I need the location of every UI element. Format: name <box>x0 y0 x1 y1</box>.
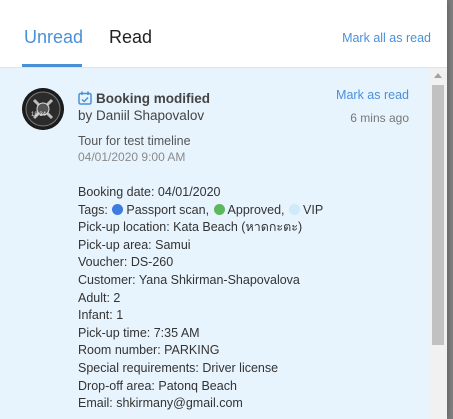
active-tab-indicator <box>22 64 82 67</box>
mark-all-as-read-link[interactable]: Mark all as read <box>342 31 431 45</box>
detail-line: Pick-up area: Samui <box>78 237 191 252</box>
notifications-popover: Unread Read Mark all as read 18 34 Booki… <box>0 0 447 419</box>
tag-color-dot <box>289 203 301 215</box>
detail-line: Voucher: DS-260 <box>78 255 174 270</box>
detail-line: Pick-up location: Kata Beach (หาดกะตะ) <box>78 220 303 235</box>
tag-color-dot <box>213 203 225 215</box>
notification-tabs: Unread Read Mark all as read <box>0 0 447 68</box>
calendar-check-icon <box>78 91 92 105</box>
tag-color-dot <box>112 203 124 215</box>
tour-name: Tour for test timeline <box>78 134 191 148</box>
mark-as-read-link[interactable]: Mark as read <box>336 88 409 102</box>
detail-line: Infant: 1 <box>78 308 124 323</box>
detail-line: Adult: 2 <box>78 290 121 305</box>
detail-line: Email: shkirmany@gmail.com <box>78 396 243 411</box>
detail-line: Pick-up time: 7:35 AM <box>78 325 200 340</box>
booking-details: Booking date: 04/01/2020 Tags: Passport … <box>78 184 418 413</box>
booking-date: Booking date: 04/01/2020 <box>78 185 221 199</box>
tab-read[interactable]: Read <box>109 27 152 48</box>
vertical-scrollbar[interactable] <box>429 68 447 419</box>
avatar-text: 18 34 <box>31 112 47 118</box>
detail-line: Drop-off area: Patonq Beach <box>78 378 237 393</box>
tags-label: Tags: <box>78 202 108 217</box>
avatar[interactable]: 18 34 <box>22 88 64 130</box>
tag-label: VIP <box>303 202 324 217</box>
notification-time: 6 mins ago <box>350 111 409 125</box>
detail-line: Special requirements: Driver license <box>78 360 279 375</box>
tags-row: Tags: Passport scan, Approved, VIP <box>78 202 418 220</box>
tag-label: Passport scan, <box>126 202 210 217</box>
tag-label: Approved, <box>227 202 285 217</box>
tab-unread[interactable]: Unread <box>24 27 83 48</box>
notification-list: 18 34 Booking modified by Daniil Shapova… <box>0 68 429 419</box>
scrollbar-thumb[interactable] <box>432 85 444 345</box>
scroll-up-arrow-icon[interactable] <box>434 73 442 78</box>
detail-line: Customer: Yana Shkirman-Shapovalova <box>78 272 300 287</box>
detail-line: Room number: PARKING <box>78 343 220 358</box>
notification-title: Booking modified <box>96 90 210 106</box>
tour-datetime: 04/01/2020 9:00 AM <box>78 150 186 164</box>
